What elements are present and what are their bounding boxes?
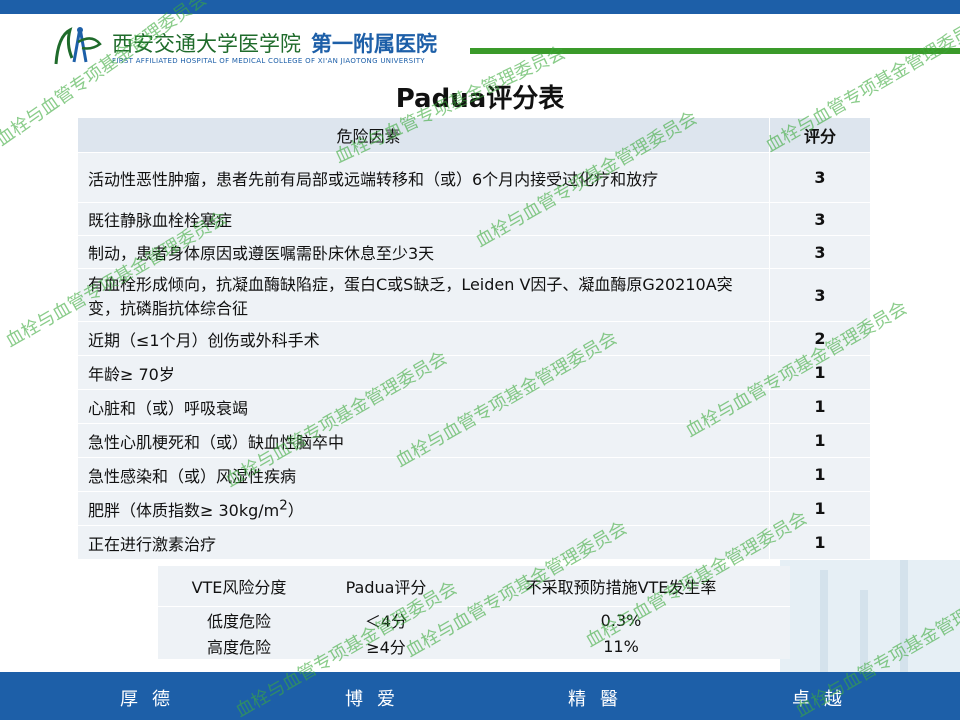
risk-table-row: 高度危险 ≥4分 11% xyxy=(158,633,790,659)
motto-word: 厚德 xyxy=(120,689,184,710)
background-decoration xyxy=(780,560,960,680)
hospital-name-main: 第一附属医院 xyxy=(311,32,437,56)
table-row: 有血栓形成倾向，抗凝血酶缺陷症，蛋白C或S缺乏，Leiden V因子、凝血酶原G… xyxy=(78,268,870,322)
risk-factor-cell: 急性感染和（或）风湿性疾病 xyxy=(78,457,770,492)
header-padua-score: Padua评分 xyxy=(320,566,452,607)
table-row: 肥胖（体质指数≥ 30kg/m2） 1 xyxy=(78,491,870,526)
hospital-name-prefix: 西安交通大学医学院 xyxy=(112,32,301,56)
motto-word: 博爱 xyxy=(345,689,409,710)
hospital-name-en: FIRST AFFILIATED HOSPITAL OF MEDICAL COL… xyxy=(112,57,425,65)
score-cell: 2 xyxy=(769,321,870,356)
table-row: 年龄≥ 70岁 1 xyxy=(78,355,870,390)
table-row: 近期（≤1个月）创伤或外科手术 2 xyxy=(78,321,870,356)
score-cell: 3 xyxy=(769,235,870,269)
risk-factor-cell: 制动，患者身体原因或遵医嘱需卧床休息至少3天 xyxy=(78,235,770,269)
header-risk-level: VTE风险分度 xyxy=(158,566,320,607)
score-cell: 1 xyxy=(769,457,870,492)
risk-factor-cell: 年龄≥ 70岁 xyxy=(78,355,770,390)
superscript-exponent: 2 xyxy=(279,498,288,514)
table-row: 急性心肌梗死和（或）缺血性脑卒中 1 xyxy=(78,423,870,458)
padua-score-cell: ＜4分 xyxy=(364,612,408,631)
risk-factor-cell: 急性心肌梗死和（或）缺血性脑卒中 xyxy=(78,423,770,458)
motto-word: 精醫 xyxy=(568,689,632,710)
risk-level-cell: 低度危险 xyxy=(206,612,271,631)
table-row: 正在进行激素治疗 1 xyxy=(78,525,870,560)
risk-factor-cell: 正在进行激素治疗 xyxy=(78,525,770,560)
risk-factor-cell: 心脏和（或）呼吸衰竭 xyxy=(78,389,770,424)
table-row: 急性感染和（或）风湿性疾病 1 xyxy=(78,457,870,492)
vte-risk-table: VTE风险分度 Padua评分 不采取预防措施VTE发生率 低度危险 ＜4分 0… xyxy=(158,566,790,659)
risk-level-cell: 高度危险 xyxy=(206,638,271,657)
header-vte-rate: 不采取预防措施VTE发生率 xyxy=(452,566,790,607)
score-cell: 1 xyxy=(769,355,870,390)
score-cell: 1 xyxy=(769,525,870,560)
padua-score-cell: ≥4分 xyxy=(366,638,406,657)
score-cell: 1 xyxy=(769,423,870,458)
top-banner xyxy=(0,0,960,14)
header-risk-factor: 危险因素 xyxy=(78,118,770,153)
table-row: 既往静脉血栓栓塞症 3 xyxy=(78,202,870,236)
padua-score-table: 危险因素 评分 活动性恶性肿瘤，患者先前有局部或远端转移和（或）6个月内接受过化… xyxy=(78,118,870,560)
table-row: 活动性恶性肿瘤，患者先前有局部或远端转移和（或）6个月内接受过化疗和放疗 3 xyxy=(78,152,870,203)
table-row: 制动，患者身体原因或遵医嘱需卧床休息至少3天 3 xyxy=(78,235,870,269)
vte-rate-cell: 0.3% xyxy=(600,610,642,630)
risk-factor-cell: 既往静脉血栓栓塞症 xyxy=(78,202,770,236)
vte-rate-cell: 11% xyxy=(603,636,639,656)
page-title: Padua评分表 xyxy=(395,84,565,114)
table-row: 心脏和（或）呼吸衰竭 1 xyxy=(78,389,870,424)
table-header-row: 危险因素 评分 xyxy=(78,118,870,153)
score-cell: 1 xyxy=(769,491,870,526)
risk-factor-text: 肥胖（体质指数≥ 30kg/m xyxy=(88,500,280,520)
score-cell: 3 xyxy=(769,152,870,203)
risk-factor-cell: 有血栓形成倾向，抗凝血酶缺陷症，蛋白C或S缺乏，Leiden V因子、凝血酶原G… xyxy=(78,268,770,322)
header-score: 评分 xyxy=(769,118,870,153)
risk-table-row: 低度危险 ＜4分 0.3% xyxy=(158,607,790,634)
motto-word: 卓越 xyxy=(792,689,856,710)
risk-factor-cell: 活动性恶性肿瘤，患者先前有局部或远端转移和（或）6个月内接受过化疗和放疗 xyxy=(78,152,770,203)
hospital-name-cn: 西安交通大学医学院 第一附属医院 xyxy=(112,28,437,58)
hospital-logo-icon xyxy=(54,27,102,65)
score-cell: 3 xyxy=(769,268,870,322)
risk-table-header-row: VTE风险分度 Padua评分 不采取预防措施VTE发生率 xyxy=(158,566,790,607)
risk-factor-suffix: ） xyxy=(287,500,304,520)
score-cell: 3 xyxy=(769,202,870,236)
risk-factor-cell: 近期（≤1个月）创伤或外科手术 xyxy=(78,321,770,356)
score-cell: 1 xyxy=(769,389,870,424)
hospital-header: 西安交通大学医学院 第一附属医院 FIRST AFFILIATED HOSPITA… xyxy=(40,22,560,72)
risk-factor-cell: 肥胖（体质指数≥ 30kg/m2） xyxy=(78,491,770,526)
